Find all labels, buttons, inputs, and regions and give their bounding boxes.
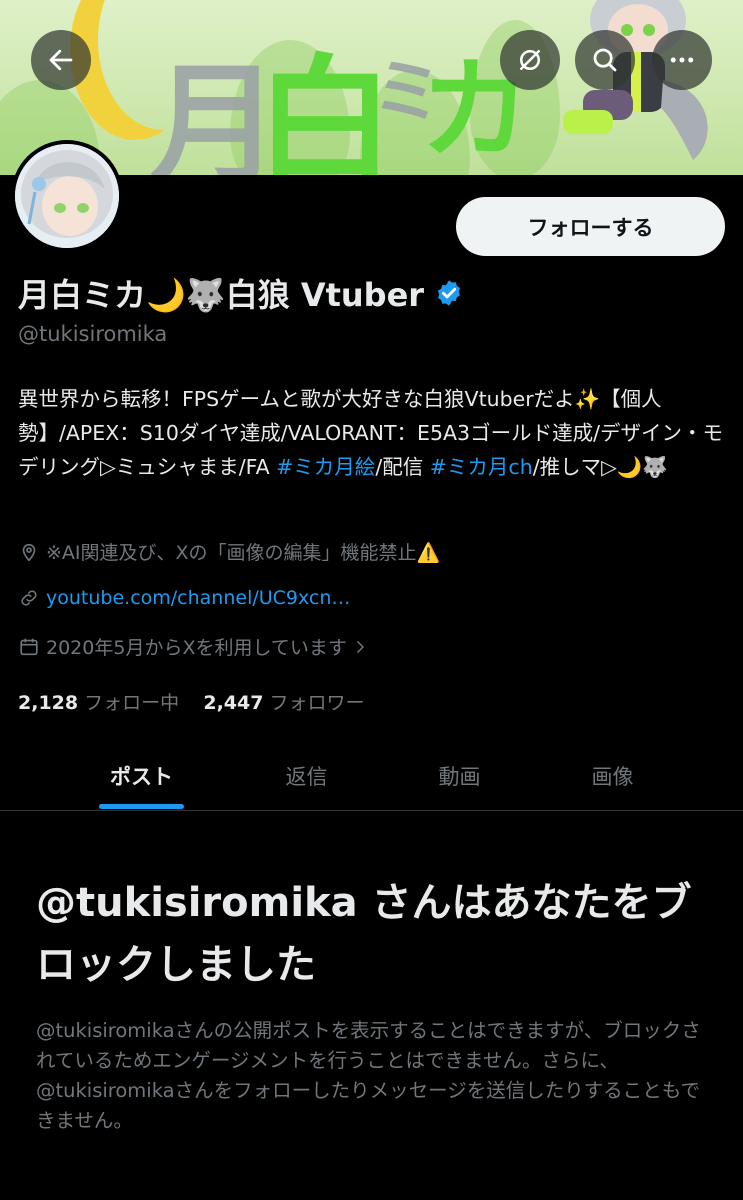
bio-hashtag-link[interactable]: #ミカ月ch xyxy=(430,455,533,479)
follow-button[interactable]: フォローする xyxy=(456,197,725,256)
location-pin-icon xyxy=(22,543,36,561)
followers-label: フォロワー xyxy=(269,692,365,714)
bio-text-2: /配信 xyxy=(375,455,430,479)
profile-tabs: ポスト 返信 動画 画像 xyxy=(0,745,743,810)
bio-text-3: /推しマ▷🌙🐺 xyxy=(532,455,668,479)
more-icon xyxy=(670,57,694,63)
blocked-description: @tukisiromikaさんの公開ポストを表示することはできますが、ブロックさ… xyxy=(36,1019,701,1132)
back-button[interactable] xyxy=(31,30,91,90)
location-row: ※AI関連及び、Xの「画像の編集」機能禁止⚠️ xyxy=(18,538,440,565)
translate-off-button[interactable] xyxy=(500,30,560,90)
link-icon xyxy=(21,590,37,606)
following-stat[interactable]: 2,128 フォロー中 xyxy=(18,692,179,714)
followers-stat[interactable]: 2,447 フォロワー xyxy=(203,692,364,714)
joined-text: 2020年5月からXを利用しています xyxy=(46,637,347,659)
tab-replies[interactable]: 返信 xyxy=(255,745,358,807)
translate-off-icon xyxy=(520,50,540,70)
joined-row[interactable]: 2020年5月からXを利用しています xyxy=(18,633,375,660)
profile-bio: 異世界から転移！FPSゲームと歌が大好きな白狼Vtuberだよ✨【個人勢】/AP… xyxy=(18,382,728,484)
bio-hashtag-link[interactable]: #ミカ月絵 xyxy=(276,455,375,479)
display-name: 月白ミカ🌙🐺白狼 Vtuber xyxy=(18,276,425,314)
website-link[interactable]: youtube.com/channel/UC9xcn… xyxy=(46,587,350,609)
display-name-row: 月白ミカ🌙🐺白狼 Vtuber xyxy=(18,270,464,316)
active-tab-indicator xyxy=(99,804,184,809)
verified-badge-icon[interactable] xyxy=(434,278,464,308)
tab-posts[interactable]: ポスト xyxy=(90,745,193,807)
avatar-illustration xyxy=(15,144,119,248)
tabs-divider xyxy=(0,810,743,811)
follow-counts: 2,128 フォロー中 2,447 フォロワー xyxy=(18,688,365,715)
arrow-left-icon xyxy=(49,49,73,71)
blocked-title: @tukisiromika さんはあなたをブロックしました xyxy=(36,880,692,988)
search-button[interactable] xyxy=(575,30,635,90)
tab-videos[interactable]: 動画 xyxy=(408,745,511,807)
more-button[interactable] xyxy=(652,30,712,90)
website-row: youtube.com/channel/UC9xcn… xyxy=(18,587,350,609)
following-label: フォロー中 xyxy=(84,692,180,714)
profile-banner: 月 白 ミ カ xyxy=(0,0,743,175)
calendar-icon xyxy=(20,638,38,655)
tab-images[interactable]: 画像 xyxy=(561,745,664,807)
avatar[interactable] xyxy=(11,140,123,252)
location-text: ※AI関連及び、Xの「画像の編集」機能禁止⚠️ xyxy=(46,542,441,564)
handle: @tukisiromika xyxy=(18,322,168,346)
chibi-illustration xyxy=(563,0,708,160)
search-icon xyxy=(593,48,617,72)
chevron-right-icon xyxy=(356,640,364,653)
following-count: 2,128 xyxy=(18,692,79,714)
followers-count: 2,447 xyxy=(203,692,264,714)
